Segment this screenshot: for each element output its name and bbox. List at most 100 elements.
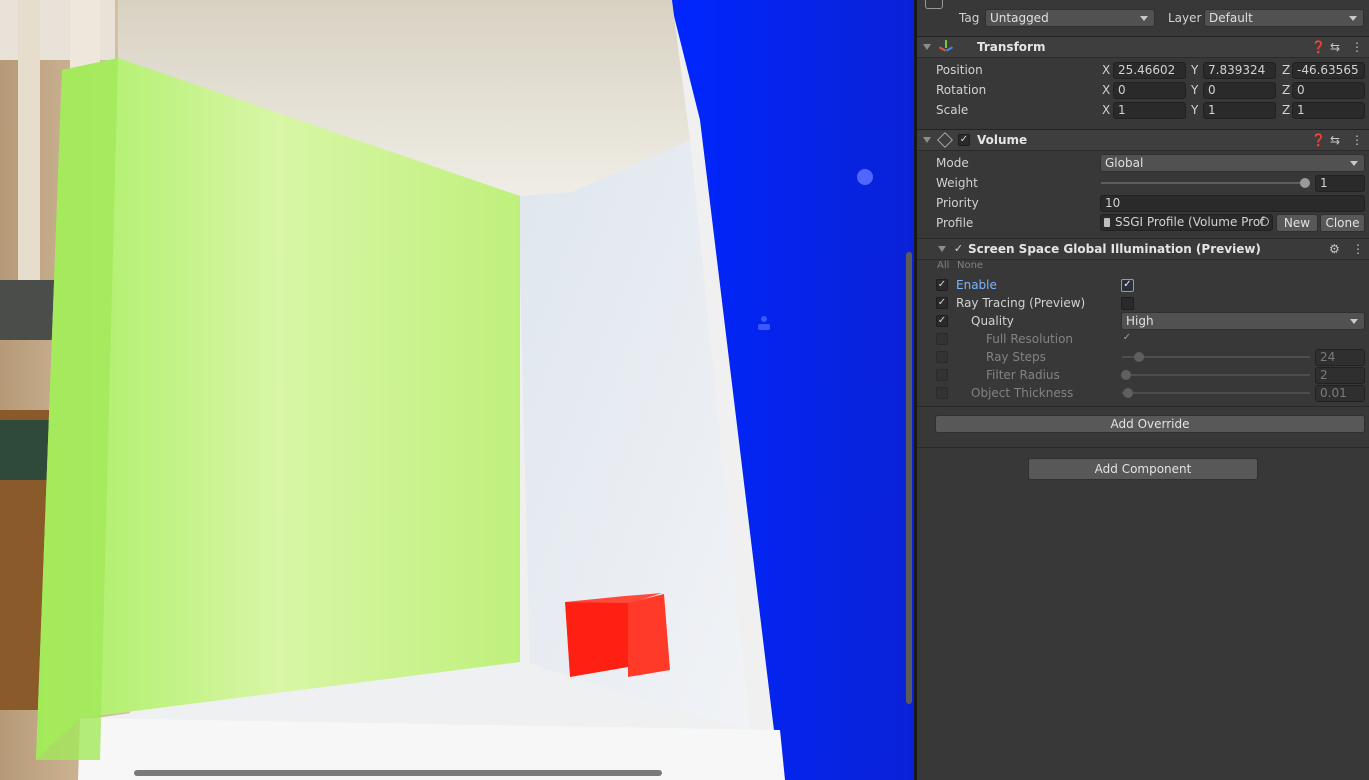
volume-enabled-checkbox[interactable]: ✓ (958, 134, 970, 146)
position-y-field[interactable]: 7.839324 (1203, 62, 1276, 79)
more-icon[interactable]: ⋮ (1352, 239, 1364, 259)
ssgi-header[interactable]: ✓ Screen Space Global Illumination (Prev… (917, 238, 1369, 260)
scene-view[interactable] (0, 0, 916, 780)
position-z-field[interactable]: -46.63565 (1292, 62, 1365, 79)
ray-tracing-override-checkbox[interactable]: ✓ (936, 297, 948, 309)
object-thickness-slider-handle[interactable] (1123, 388, 1133, 398)
add-component-button[interactable]: Add Component (1028, 458, 1258, 480)
profile-value: SSGI Profile (Volume Prof (1115, 215, 1265, 229)
ray-steps-slider-track[interactable] (1122, 356, 1310, 358)
position-row: Position X 25.46602 Y 7.839324 Z -46.635… (917, 60, 1369, 80)
help-icon[interactable]: ❓ (1311, 130, 1326, 150)
vertical-scrollbar[interactable] (906, 252, 912, 704)
rotation-y-field[interactable]: 0 (1203, 82, 1276, 99)
axis-y-label[interactable]: Y (1191, 60, 1198, 80)
presets-icon[interactable]: ⇆ (1330, 130, 1340, 150)
object-thickness-row: Object Thickness 0.01 (917, 383, 1369, 403)
filter-radius-field[interactable]: 2 (1315, 367, 1365, 384)
filter-radius-label: Filter Radius (986, 368, 1060, 382)
more-icon[interactable]: ⋮ (1351, 37, 1363, 57)
fold-arrow-icon[interactable] (923, 137, 931, 143)
fold-arrow-icon[interactable] (938, 246, 946, 252)
priority-field[interactable]: 10 (1100, 195, 1365, 212)
axis-x-label[interactable]: X (1102, 60, 1110, 80)
full-resolution-label: Full Resolution (986, 332, 1074, 346)
light-probe-icon[interactable] (857, 169, 873, 185)
chevron-down-icon (1140, 16, 1148, 21)
ssgi-title: Screen Space Global Illumination (Previe… (968, 242, 1261, 256)
scale-z-field[interactable]: 1 (1292, 102, 1365, 119)
presets-icon[interactable]: ⇆ (1330, 37, 1340, 57)
scale-row: Scale X 1 Y 1 Z 1 (917, 100, 1369, 120)
object-thickness-label: Object Thickness (971, 386, 1074, 400)
filter-radius-slider-handle[interactable] (1121, 370, 1131, 380)
weight-label: Weight (936, 176, 978, 190)
full-resolution-value-checkbox[interactable]: ✓ (1121, 333, 1133, 345)
axis-y-label[interactable]: Y (1191, 100, 1198, 120)
axis-x-label[interactable]: X (1102, 80, 1110, 100)
profile-field[interactable]: SSGI Profile (Volume Prof (1100, 214, 1273, 231)
axis-z-label[interactable]: Z (1282, 80, 1290, 100)
weight-slider-track[interactable] (1101, 182, 1305, 184)
scale-x-field[interactable]: 1 (1113, 102, 1186, 119)
mode-dropdown[interactable]: Global (1100, 154, 1365, 172)
full-resolution-row: Full Resolution ✓ (917, 329, 1369, 349)
enable-row: ✓ Enable ✓ (917, 275, 1369, 295)
quality-value: High (1126, 314, 1154, 328)
add-override-button[interactable]: Add Override (935, 415, 1365, 433)
profile-row: Profile SSGI Profile (Volume Prof New Cl… (917, 213, 1369, 233)
rotation-row: Rotation X 0 Y 0 Z 0 (917, 80, 1369, 100)
ray-steps-field[interactable]: 24 (1315, 349, 1365, 366)
ray-steps-override-checkbox[interactable] (936, 351, 948, 363)
more-icon[interactable]: ⋮ (1351, 130, 1363, 150)
tag-dropdown[interactable]: Untagged (985, 9, 1155, 27)
rotation-z-field[interactable]: 0 (1292, 82, 1365, 99)
weight-slider-handle[interactable] (1300, 178, 1310, 188)
axis-z-label[interactable]: Z (1282, 60, 1290, 80)
transform-title: Transform (977, 40, 1046, 54)
settings-gear-icon[interactable]: ⚙ (1329, 239, 1340, 259)
axis-z-label[interactable]: Z (1282, 100, 1290, 120)
rotation-label: Rotation (936, 83, 987, 97)
layer-dropdown[interactable]: Default (1204, 9, 1364, 27)
ray-steps-row: Ray Steps 24 (917, 347, 1369, 367)
object-thickness-slider-track[interactable] (1122, 392, 1310, 394)
filter-radius-override-checkbox[interactable] (936, 369, 948, 381)
ssgi-active-checkbox[interactable]: ✓ (953, 243, 964, 255)
transform-header[interactable]: Transform ❓ ⇆ ⋮ (917, 36, 1369, 58)
object-thickness-field[interactable]: 0.01 (1315, 385, 1365, 402)
new-profile-button[interactable]: New (1276, 214, 1318, 232)
axis-x-label[interactable]: X (1102, 100, 1110, 120)
layer-value: Default (1209, 11, 1253, 25)
camera-gizmo-icon[interactable] (757, 316, 771, 332)
quality-row: ✓ Quality High (917, 311, 1369, 331)
enable-value-checkbox[interactable]: ✓ (1121, 279, 1134, 292)
enable-override-checkbox[interactable]: ✓ (936, 279, 948, 291)
scale-y-field[interactable]: 1 (1203, 102, 1276, 119)
filter-radius-row: Filter Radius 2 (917, 365, 1369, 385)
weight-field[interactable]: 1 (1315, 175, 1365, 192)
help-icon[interactable]: ❓ (1311, 37, 1326, 57)
quality-dropdown[interactable]: High (1121, 312, 1365, 330)
ray-steps-slider-handle[interactable] (1134, 352, 1144, 362)
axis-y-label[interactable]: Y (1191, 80, 1198, 100)
volume-header[interactable]: ✓ Volume ❓ ⇆ ⋮ (917, 129, 1369, 151)
object-thickness-override-checkbox[interactable] (936, 387, 948, 399)
filter-radius-slider-track[interactable] (1122, 374, 1310, 376)
ray-tracing-value-checkbox[interactable] (1121, 297, 1134, 310)
priority-row: Priority 10 (917, 193, 1369, 213)
layer-label: Layer (1168, 11, 1202, 25)
quality-override-checkbox[interactable]: ✓ (936, 315, 948, 327)
transform-icon (938, 40, 954, 54)
position-x-field[interactable]: 25.46602 (1113, 62, 1186, 79)
none-button[interactable]: None (957, 258, 983, 274)
tag-value: Untagged (990, 11, 1049, 25)
horizontal-scrollbar[interactable] (134, 770, 662, 776)
rotation-x-field[interactable]: 0 (1113, 82, 1186, 99)
fold-arrow-icon[interactable] (923, 44, 931, 50)
full-resolution-override-checkbox[interactable] (936, 333, 948, 345)
all-button[interactable]: All (937, 258, 949, 274)
chevron-down-icon (1350, 161, 1358, 166)
clone-profile-button[interactable]: Clone (1320, 214, 1365, 232)
object-picker-icon[interactable] (1260, 217, 1269, 226)
